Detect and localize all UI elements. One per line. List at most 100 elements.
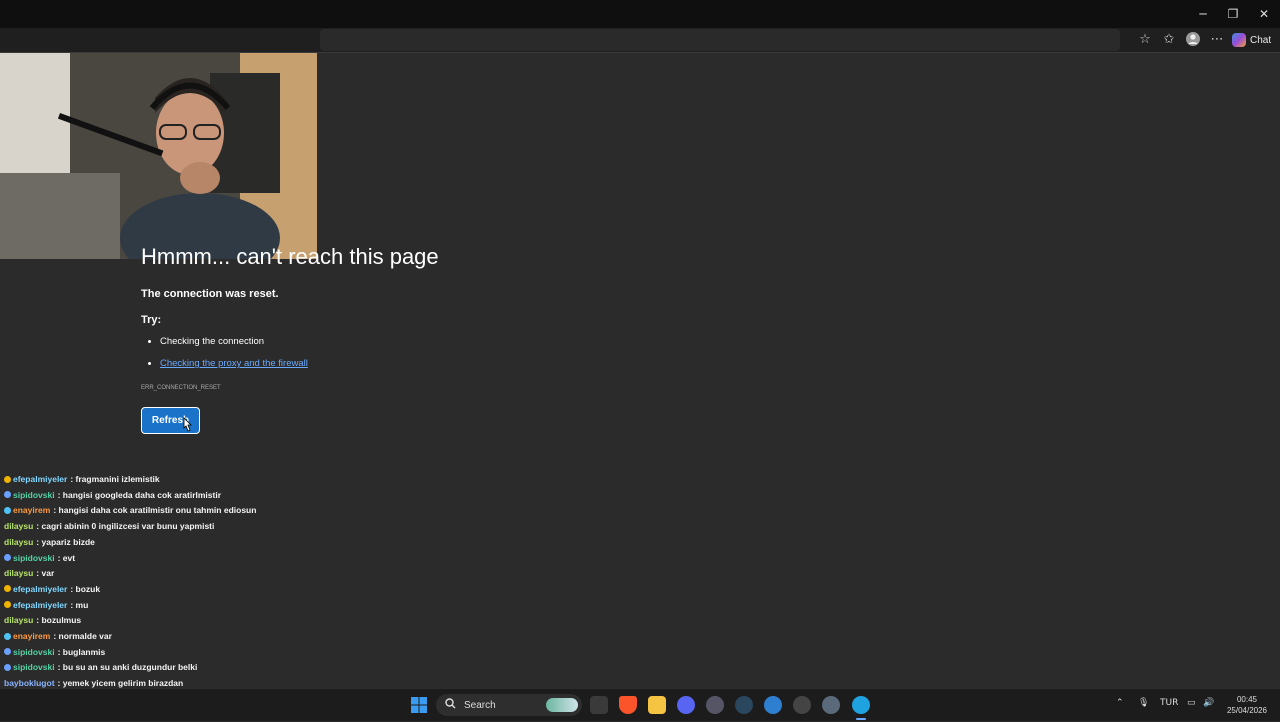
chat-app-icon[interactable] — [793, 696, 811, 714]
chat-text: : yemek yicem gelirim birazdan — [57, 678, 184, 689]
chat-message: efepalmiyeler: bozuk — [4, 582, 100, 596]
search-icon — [445, 698, 456, 712]
chat-badge-icon — [4, 506, 11, 514]
chat-username: efepalmiyeler — [13, 583, 68, 594]
chat-username: sipidovski — [13, 646, 55, 657]
chat-badge-icon — [4, 632, 11, 640]
profile-icon[interactable] — [1184, 31, 1202, 49]
chat-username: sipidovski — [13, 489, 55, 500]
language-indicator[interactable]: TUR — [1160, 698, 1178, 708]
microphone-icon[interactable]: 🎙 — [1138, 698, 1149, 708]
search-placeholder: Search — [464, 699, 496, 711]
start-icon[interactable] — [410, 696, 428, 714]
chat-message: sipidovski: evt — [4, 551, 75, 565]
landscape-icon — [546, 698, 578, 712]
chat-username: dilaysu — [4, 615, 34, 626]
edge-dev-icon[interactable] — [764, 696, 782, 714]
chat-message: dilaysu: cagri abinin 0 ingilizcesi var … — [4, 519, 214, 533]
chat-message: dilaysu: yapariz bizde — [4, 535, 95, 549]
chat-text: : normalde var — [53, 631, 112, 641]
more-menu-icon[interactable]: ⋯ — [1208, 31, 1226, 49]
settings-icon[interactable] — [706, 696, 724, 714]
chat-badge-icon — [4, 475, 11, 483]
chat-message: sipidovski: bu su an su anki duzgundur b… — [4, 660, 197, 674]
chat-label: Chat — [1250, 34, 1272, 46]
close-button[interactable]: ✕ — [1249, 4, 1279, 24]
file-explorer-icon[interactable] — [590, 696, 608, 714]
discord-icon[interactable] — [677, 696, 695, 714]
browser-toolbar: ☆ ✩ ⋯ Chat — [0, 28, 1280, 53]
chat-text: : hangisi daha cok aratilmistir onu tahm… — [53, 505, 257, 516]
error-heading: Hmmm... can't reach this page — [141, 244, 439, 269]
steam-icon[interactable] — [735, 696, 753, 714]
chat-message: enayirem: hangisi daha cok aratilmistir … — [4, 503, 256, 517]
chat-text: : evt — [57, 552, 76, 563]
chat-username: dilaysu — [4, 536, 34, 547]
chat-message: sipidovski: hangisi googleda daha cok ar… — [4, 488, 221, 502]
chat-message: sipidovski: buglanmis — [4, 645, 105, 659]
chat-username: efepalmiyeler — [13, 599, 68, 610]
time: 00:45 — [1236, 695, 1258, 704]
copilot-chat-button[interactable]: Chat — [1232, 31, 1271, 49]
folder-icon[interactable] — [648, 696, 666, 714]
suggestion-check-proxy: Checking the proxy and the firewall — [148, 358, 308, 369]
window-titlebar: ─ ❐ ✕ — [0, 0, 1280, 28]
chat-username: bayboklugot — [4, 678, 55, 689]
bullet-icon — [148, 339, 151, 343]
windows-taskbar: Search ⌃ 🎙 TUR ▭ 🔊 00:45 25/04/2026 — [0, 688, 1280, 721]
suggestion-text: Checking the connection — [160, 336, 265, 347]
chat-username: enayirem — [13, 631, 51, 641]
game-icon[interactable] — [822, 696, 840, 714]
show-hidden-icons[interactable]: ⌃ — [1116, 698, 1124, 708]
suggestion-check-connection: Checking the connection — [148, 336, 264, 347]
chat-badge-icon — [4, 554, 11, 561]
chat-username: sipidovski — [13, 552, 55, 563]
taskbar-search[interactable]: Search — [436, 694, 582, 716]
chat-badge-icon — [4, 491, 11, 499]
chat-message: efepalmiyeler: fragmanini izlemistik — [4, 472, 160, 486]
chat-text: : cagri abinin 0 ingilizcesi var bunu ya… — [36, 521, 215, 532]
brave-icon[interactable] — [619, 696, 637, 714]
favorite-star-icon[interactable]: ☆ — [1136, 31, 1154, 49]
chat-badge-icon — [4, 585, 11, 593]
chat-text: : bozuk — [70, 583, 101, 594]
stream-chat-overlay: efepalmiyeler: fragmanini izlemistik sipi… — [0, 472, 360, 720]
chat-text: : fragmanini izlemistik — [70, 474, 160, 484]
chat-text: : bozulmus — [36, 615, 82, 626]
bullet-icon — [148, 361, 151, 365]
chat-text: : buglanmis — [57, 646, 106, 657]
favorites-icon[interactable]: ✩ — [1160, 31, 1178, 49]
chat-badge-icon — [4, 663, 11, 671]
chat-username: sipidovski — [13, 662, 55, 673]
chat-text: : yapariz bizde — [36, 536, 95, 547]
chat-message: enayirem: normalde var — [4, 629, 112, 643]
edge-icon[interactable] — [852, 696, 870, 714]
copilot-icon — [1232, 33, 1246, 47]
address-bar[interactable] — [320, 29, 1120, 51]
chat-username: efepalmiyeler — [13, 474, 68, 484]
minimize-button[interactable]: ─ — [1188, 4, 1218, 24]
date: 25/04/2026 — [1226, 706, 1268, 715]
chat-badge-icon — [4, 601, 11, 609]
restore-button[interactable]: ❐ — [1218, 4, 1248, 24]
chat-message: dilaysu: bozulmus — [4, 613, 81, 627]
chat-username: dilaysu — [4, 568, 34, 579]
chat-text: : mu — [70, 599, 89, 610]
chat-username: dilaysu — [4, 521, 34, 532]
chat-message: dilaysu: var — [4, 566, 54, 580]
chat-username: enayirem — [13, 505, 51, 516]
mouse-pointer-icon — [181, 417, 193, 438]
try-label: Try: — [141, 314, 162, 326]
error-code: ERR_CONNECTION_RESET — [141, 385, 221, 391]
chat-text: : hangisi googleda daha cok aratirlmisti… — [57, 489, 222, 500]
error-reason: The connection was reset. — [141, 288, 279, 300]
webcam-overlay — [0, 53, 317, 259]
proxy-firewall-link[interactable]: Checking the proxy and the firewall — [160, 358, 308, 369]
volume-icon[interactable]: 🔊 — [1203, 698, 1214, 708]
chat-message: efepalmiyeler: mu — [4, 598, 88, 612]
network-icon[interactable]: ▭ — [1187, 698, 1196, 708]
chat-badge-icon — [4, 648, 11, 656]
chat-text: : bu su an su anki duzgundur belki — [57, 662, 198, 673]
clock[interactable]: 00:45 25/04/2026 — [1222, 694, 1272, 716]
chat-text: : var — [36, 568, 55, 579]
